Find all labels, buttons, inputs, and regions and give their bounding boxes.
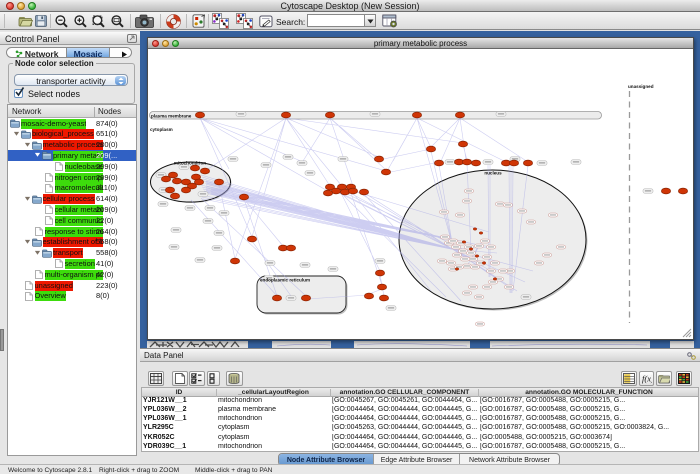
svg-text:mitochondrion: mitochondrion	[174, 161, 206, 166]
svg-text:nucleus: nucleus	[484, 171, 502, 176]
svg-text:cytoplasm: cytoplasm	[150, 127, 173, 132]
svg-text:endoplasmic reticulum: endoplasmic reticulum	[260, 278, 310, 283]
svg-text:plasma membrane: plasma membrane	[151, 114, 192, 119]
svg-text:unassigned: unassigned	[628, 84, 654, 89]
svg-text:f(x): f(x)	[642, 374, 652, 384]
